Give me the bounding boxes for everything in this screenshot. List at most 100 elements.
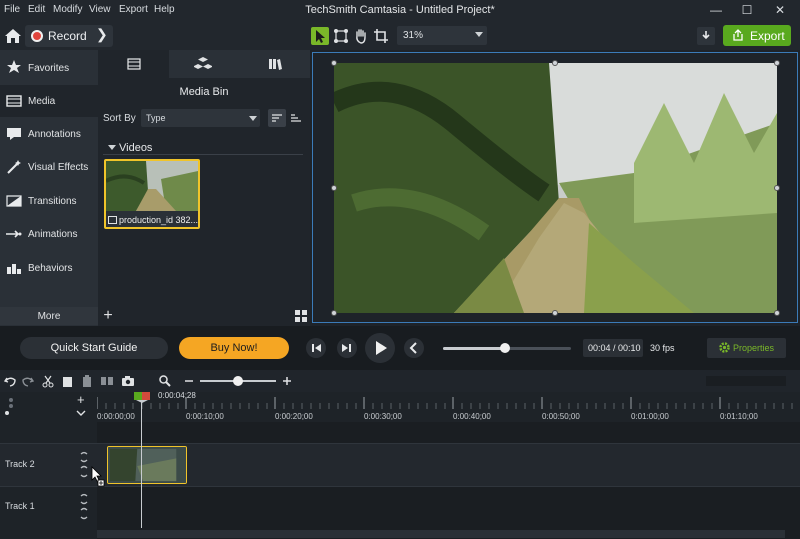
more-label: More xyxy=(37,311,61,322)
sort-by-value: Type xyxy=(146,113,166,123)
annotation-icon xyxy=(7,128,21,140)
star-icon xyxy=(7,60,21,73)
add-track-button[interactable]: + xyxy=(77,392,85,407)
film-icon xyxy=(6,95,22,107)
track-1-label: Track 1 xyxy=(5,501,35,511)
resize-handle[interactable] xyxy=(331,310,337,316)
sidebar-item-animations[interactable]: Animations xyxy=(0,218,98,250)
record-icon xyxy=(31,30,43,42)
library-books-icon[interactable] xyxy=(268,58,282,70)
sort-descending-icon[interactable] xyxy=(287,109,305,127)
sidebar-item-visual-effects[interactable]: Visual Effects xyxy=(0,151,98,183)
track-lock-toggle-icon[interactable] xyxy=(79,451,89,481)
ruler-tick-label: 0:00:10;00 xyxy=(186,412,224,421)
ruler-ticks xyxy=(97,397,793,409)
transition-icon xyxy=(6,195,22,207)
maximize-button[interactable]: ☐ xyxy=(732,2,762,18)
sort-ascending-icon[interactable] xyxy=(268,109,286,127)
magic-wand-icon xyxy=(7,160,21,174)
select-tool-icon[interactable] xyxy=(311,27,329,45)
timeline-horizontal-scrollbar[interactable] xyxy=(97,530,785,538)
sidebar-item-label: Media xyxy=(28,96,56,107)
playback-progress xyxy=(443,347,505,350)
split-icon[interactable] xyxy=(100,374,114,388)
divider xyxy=(103,154,303,155)
resize-handle[interactable] xyxy=(552,60,558,66)
play-icon[interactable] xyxy=(365,333,395,363)
playhead-time: 0:00:04;28 xyxy=(158,391,196,400)
magnet-icon[interactable] xyxy=(3,396,17,416)
divider xyxy=(0,486,800,487)
time-value: 00:04 / 00:10 xyxy=(588,343,641,353)
film-icon xyxy=(127,58,141,70)
close-button[interactable]: ✕ xyxy=(765,2,795,18)
resize-handle[interactable] xyxy=(774,310,780,316)
redo-icon[interactable] xyxy=(21,374,35,388)
resize-handle[interactable] xyxy=(774,185,780,191)
sort-by-label: Sort By xyxy=(103,113,136,124)
resize-handle[interactable] xyxy=(552,310,558,316)
resize-handle[interactable] xyxy=(331,60,337,66)
chevron-right-icon[interactable]: ❯ xyxy=(96,26,108,43)
window-title: TechSmith Camtasia - Untitled Project* xyxy=(305,4,495,16)
fps-value: 30 fps xyxy=(650,343,675,353)
ruler-tick-label: 0:01:00;00 xyxy=(631,412,669,421)
gear-icon xyxy=(719,342,730,353)
pan-hand-icon[interactable] xyxy=(352,27,370,45)
sidebar-item-label: Favorites xyxy=(28,63,70,74)
copy-icon[interactable] xyxy=(61,374,75,388)
sidebar-item-media[interactable]: Media xyxy=(0,85,98,117)
cursor-icon xyxy=(91,466,105,487)
ruler-tick-label: 0:00:50;00 xyxy=(542,412,580,421)
video-preview[interactable] xyxy=(334,63,777,313)
properties-label: Properties xyxy=(733,343,775,353)
timeline-zoom-handle[interactable] xyxy=(233,376,243,386)
quick-start-guide-label: Quick Start Guide xyxy=(50,342,138,354)
step-back-icon[interactable] xyxy=(306,338,326,358)
sidebar-item-annotations[interactable]: Annotations xyxy=(0,118,98,150)
collapse-caret-icon[interactable] xyxy=(108,145,116,150)
sidebar-item-label: Behaviors xyxy=(28,263,73,274)
minimize-button[interactable]: — xyxy=(701,2,731,18)
playhead-handle[interactable] xyxy=(134,392,150,403)
undo-icon[interactable] xyxy=(3,374,17,388)
animation-arrow-icon xyxy=(6,230,22,238)
track-lock-toggle-icon[interactable] xyxy=(79,493,89,523)
zoom-search-icon[interactable] xyxy=(158,374,172,388)
buy-now-label: Buy Now! xyxy=(210,342,258,354)
sidebar-item-label: Annotations xyxy=(28,129,81,140)
thumbnail-image xyxy=(106,161,198,211)
sidebar-item-behaviors[interactable]: Behaviors xyxy=(0,252,98,284)
crop-edit-tool-icon[interactable] xyxy=(332,27,350,45)
sidebar-item-label: Visual Effects xyxy=(28,162,89,173)
chevron-down-icon xyxy=(249,116,257,121)
cut-icon[interactable] xyxy=(41,374,55,388)
chevron-left-icon[interactable] xyxy=(404,338,424,358)
chevron-down-icon[interactable] xyxy=(76,409,86,417)
paste-icon[interactable] xyxy=(80,374,94,388)
resize-handle[interactable] xyxy=(774,60,780,66)
media-bin-title: Media Bin xyxy=(179,86,229,98)
playhead[interactable] xyxy=(141,398,142,528)
library-cubes-icon[interactable] xyxy=(194,56,212,72)
behaviors-icon xyxy=(7,264,21,274)
sidebar-item-transitions[interactable]: Transitions xyxy=(0,185,98,217)
chevron-down-icon xyxy=(475,32,483,37)
step-forward-icon[interactable] xyxy=(337,338,357,358)
resize-handle[interactable] xyxy=(331,185,337,191)
zoom-out-icon[interactable] xyxy=(182,374,196,388)
timeline-clip[interactable] xyxy=(107,446,187,484)
add-media-button[interactable]: + xyxy=(100,308,116,325)
grid-view-icon[interactable] xyxy=(294,309,308,323)
home-icon[interactable] xyxy=(4,27,22,45)
scrubber-handle[interactable] xyxy=(500,343,510,353)
sidebar-item-favorites[interactable]: Favorites xyxy=(0,52,98,84)
video-file-icon xyxy=(108,216,117,224)
timeline-toolbar xyxy=(0,370,800,392)
ruler-tick-label: 0:01:10;00 xyxy=(720,412,758,421)
zoom-in-icon[interactable] xyxy=(280,374,294,388)
crop-icon[interactable] xyxy=(372,27,390,45)
download-icon[interactable] xyxy=(697,27,715,45)
videos-group-label: Videos xyxy=(119,142,153,154)
camera-icon[interactable] xyxy=(121,374,135,388)
